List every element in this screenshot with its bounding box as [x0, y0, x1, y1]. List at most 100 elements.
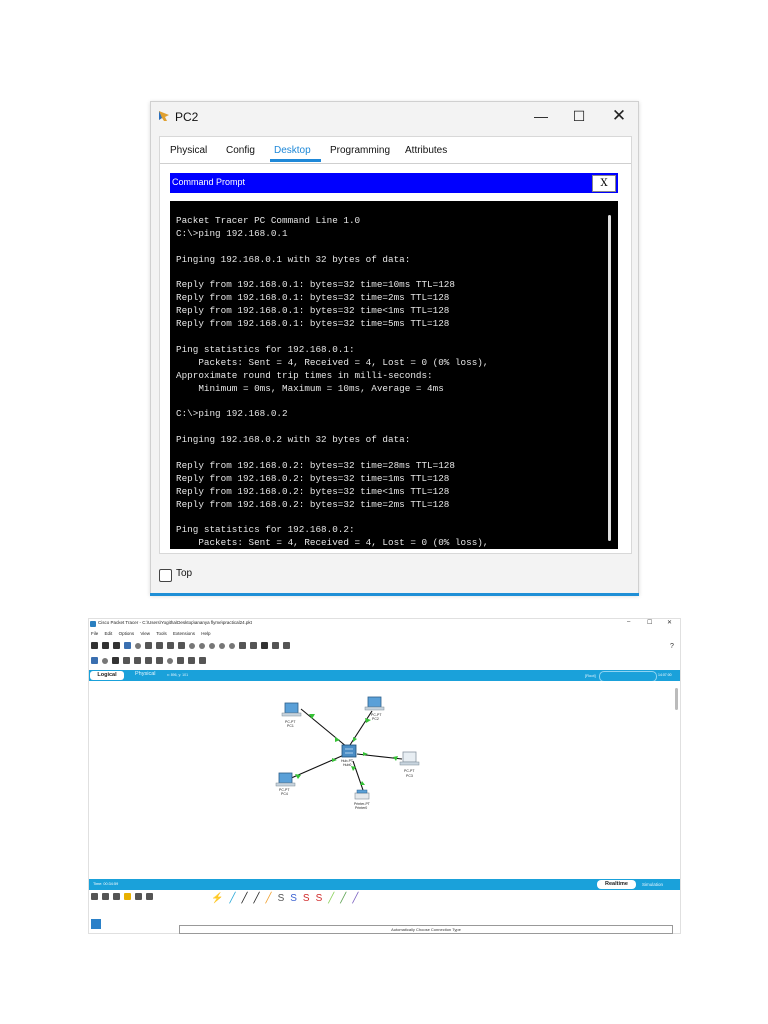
- coaxial-cable-icon[interactable]: S: [290, 893, 297, 904]
- workspace-scrollbar[interactable]: [675, 688, 678, 710]
- pt-close-button[interactable]: ✕: [667, 619, 672, 626]
- rectangle-tool-icon[interactable]: [156, 657, 163, 664]
- drawing-toolbar: [91, 657, 206, 664]
- image-icon[interactable]: [272, 642, 279, 649]
- inspect-tool-icon[interactable]: [102, 657, 108, 664]
- zoom-in-icon[interactable]: [209, 642, 215, 649]
- network-info-icon[interactable]: [124, 642, 131, 649]
- user-profile-icon[interactable]: [145, 642, 152, 649]
- terminal-output[interactable]: Packet Tracer PC Command Line 1.0 C:\>pin…: [170, 201, 618, 549]
- terminal-line: Reply from 192.168.0.2: bytes=32 time=1m…: [176, 472, 450, 484]
- command-prompt-close-button[interactable]: X: [592, 175, 616, 192]
- console-cable-icon[interactable]: ╱: [229, 893, 235, 904]
- serial-dte-cable-icon[interactable]: S: [316, 893, 323, 904]
- pc1-device-icon: [281, 702, 302, 717]
- line-tool-icon[interactable]: [145, 657, 152, 664]
- custom-device-icon[interactable]: [250, 642, 257, 649]
- print-icon[interactable]: [156, 642, 163, 649]
- components-icon[interactable]: [113, 893, 120, 900]
- crossover-cable-icon[interactable]: ╱: [254, 893, 260, 904]
- time-bar: Time: 00:34:59 Realtime Simulation: [89, 879, 680, 890]
- menu-view[interactable]: View: [140, 631, 150, 636]
- terminal-scrollbar[interactable]: [608, 215, 611, 541]
- command-prompt-title: Command Prompt: [172, 177, 246, 187]
- straight-through-cable-icon[interactable]: ╱: [241, 893, 247, 904]
- logical-tab[interactable]: Logical: [90, 671, 124, 680]
- serial-dce-cable-icon[interactable]: S: [303, 893, 310, 904]
- auto-cable-icon[interactable]: ⚡: [211, 893, 223, 904]
- realtime-tab[interactable]: Realtime: [597, 880, 636, 889]
- iot-cable-icon[interactable]: ╱: [340, 893, 346, 904]
- terminal-line: Approximate round trip times in milli-se…: [176, 369, 433, 381]
- octal-cable-icon[interactable]: ╱: [328, 893, 334, 904]
- pc3-name-label: PC3: [406, 774, 413, 778]
- complex-pdu-icon[interactable]: [199, 657, 206, 664]
- delete-tool-icon[interactable]: [112, 657, 119, 664]
- menu-file[interactable]: File: [91, 631, 98, 636]
- hub-name-label: Hub0: [343, 763, 351, 767]
- window-title: PC2: [175, 110, 199, 124]
- new-file-icon[interactable]: [91, 642, 98, 649]
- network-devices-icon[interactable]: [91, 893, 98, 900]
- physical-info-icon[interactable]: [261, 642, 268, 649]
- pc3-device-icon: [399, 751, 420, 766]
- close-button[interactable]: ✕: [609, 106, 629, 125]
- terminal-line: Reply from 192.168.0.1: bytes=32 time<1m…: [176, 305, 450, 317]
- terminal-line: Packets: Sent = 4, Received = 4, Lost = …: [176, 537, 489, 549]
- physical-tab[interactable]: Physical: [135, 671, 155, 677]
- multiuser-icon[interactable]: [146, 893, 153, 900]
- connections-icon[interactable]: [124, 893, 131, 900]
- undo-icon[interactable]: [189, 642, 195, 649]
- tab-programming[interactable]: Programming: [330, 145, 390, 156]
- freeform-tool-icon[interactable]: [177, 657, 184, 664]
- phone-cable-icon[interactable]: S: [278, 893, 285, 904]
- link-printer-hub: [352, 760, 365, 794]
- workspace-image-icon[interactable]: [283, 642, 290, 649]
- paste-icon[interactable]: [178, 642, 185, 649]
- select-tool-icon[interactable]: [91, 657, 98, 664]
- packet-tracer-app-icon: [159, 111, 169, 121]
- usb-cable-icon[interactable]: ╱: [352, 893, 358, 904]
- pt-maximize-button[interactable]: ☐: [647, 619, 652, 626]
- tab-attributes[interactable]: Attributes: [405, 145, 447, 156]
- pt-minimize-button[interactable]: –: [627, 619, 630, 625]
- maximize-button[interactable]: ☐: [569, 108, 589, 126]
- tab-physical[interactable]: Physical: [170, 145, 207, 156]
- minimize-button[interactable]: —: [531, 108, 551, 126]
- end-devices-icon[interactable]: [102, 893, 109, 900]
- menu-options[interactable]: Options: [119, 631, 135, 636]
- copy-icon[interactable]: [167, 642, 174, 649]
- root-label[interactable]: [Root]: [585, 673, 596, 678]
- help-icon[interactable]: ?: [670, 643, 674, 650]
- menu-tools[interactable]: Tools: [156, 631, 167, 636]
- ellipse-tool-icon[interactable]: [167, 657, 173, 664]
- menu-extensions[interactable]: Extensions: [173, 631, 195, 636]
- menu-edit[interactable]: Edit: [105, 631, 113, 636]
- pc2-name-label: PC2: [372, 717, 379, 721]
- save-icon[interactable]: [113, 642, 120, 649]
- logical-workspace[interactable]: PC-PT PC1 PC-PT PC2 PC-PT PC3 PC-PT PC4: [89, 681, 680, 879]
- resize-tool-icon[interactable]: [123, 657, 130, 664]
- tab-desktop[interactable]: Desktop: [274, 145, 311, 156]
- note-tool-icon[interactable]: [134, 657, 141, 664]
- zoom-out-icon[interactable]: [229, 642, 235, 649]
- fiber-cable-icon[interactable]: ╱: [266, 893, 272, 904]
- title-bar[interactable]: PC2 — ☐ ✕: [151, 102, 638, 132]
- activity-wizard-icon[interactable]: [135, 642, 141, 649]
- open-file-icon[interactable]: [102, 642, 109, 649]
- redo-icon[interactable]: [199, 642, 205, 649]
- cursor-coords: x: 896, y: 101: [167, 673, 189, 677]
- simple-pdu-icon[interactable]: [188, 657, 195, 664]
- menu-help[interactable]: Help: [201, 631, 210, 636]
- misc-icon[interactable]: [135, 893, 142, 900]
- device-selector-icon[interactable]: [91, 919, 101, 929]
- zoom-reset-icon[interactable]: [219, 642, 225, 649]
- simulation-tab[interactable]: Simulation: [642, 882, 663, 887]
- tab-config[interactable]: Config: [226, 145, 255, 156]
- top-checkbox[interactable]: [159, 569, 172, 582]
- time-label: Time: 00:34:59: [93, 882, 119, 886]
- link-pc1-hub: [300, 708, 348, 748]
- drawing-palette-icon[interactable]: [239, 642, 246, 649]
